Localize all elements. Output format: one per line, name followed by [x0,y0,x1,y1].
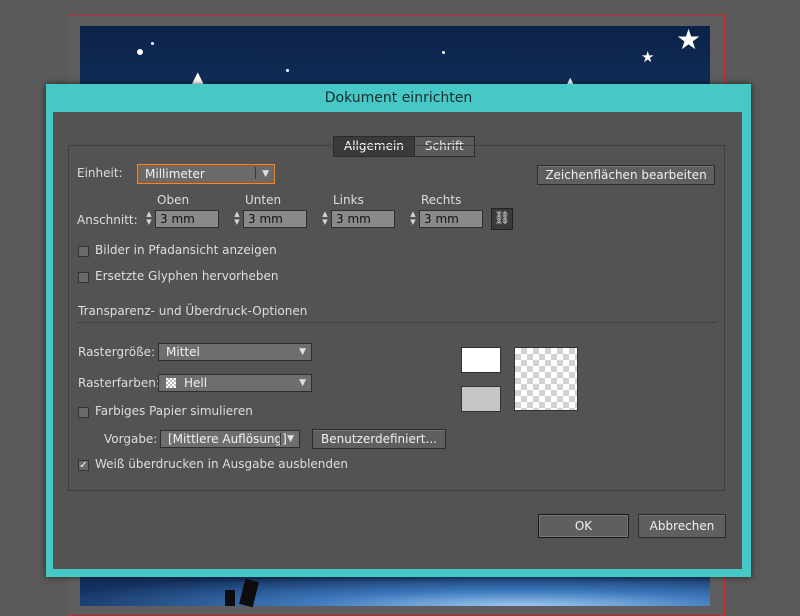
bleed-label: Anschnitt: [77,213,138,227]
bleed-bottom-label: Unten [245,193,282,207]
dropdown-separator [255,167,256,179]
ok-button[interactable]: OK [538,514,629,538]
artboard-moon-glow [80,576,710,608]
bleed-right-label: Rechts [421,193,462,207]
star-dot [151,42,154,45]
grid-colors-value: Hell [184,376,208,390]
star-small-icon: ▲ [192,68,204,86]
grid-colors-dropdown[interactable]: Hell ▼ [158,374,312,392]
preset-label: Vorgabe: [104,432,158,446]
cancel-button[interactable]: Abbrechen [638,514,726,538]
grid-colors-label: Rasterfarben: [78,376,160,390]
unit-value: Millimeter [145,167,205,181]
silhouette-shape [239,578,259,608]
dialog-body: Allgemein Schrift Einheit: Millimeter ▼ … [53,112,742,569]
star-dot [442,51,445,54]
custom-button[interactable]: Benutzerdefiniert... [312,429,446,449]
bleed-top-input[interactable]: 3 mm [155,210,219,228]
unit-label: Einheit: [77,166,123,180]
document-setup-dialog: Dokument einrichten Allgemein Schrift Ei… [46,84,751,577]
bleed-left-input[interactable]: 3 mm [331,210,395,228]
highlight-glyphs-checkbox[interactable] [78,272,89,283]
spinner-arrows-icon[interactable]: ▲ ▼ [232,210,242,228]
section-divider [77,322,717,323]
chevron-down-icon: ▼ [287,434,294,444]
grid-color-swatch[interactable] [461,386,501,412]
settings-panel: Einheit: Millimeter ▼ Zeichenflächen bea… [68,145,725,491]
star-dot [137,49,143,55]
discard-white-overprint-label: Weiß überdrucken in Ausgabe ausblenden [95,457,349,471]
show-images-outline-checkbox[interactable] [78,246,89,257]
paper-color-swatch[interactable] [461,347,501,373]
highlight-glyphs-label: Ersetzte Glyphen hervorheben [95,269,279,283]
discard-white-overprint-checkbox[interactable]: ✓ [78,460,89,471]
preset-dropdown[interactable]: [Mittlere Auflösung] ▼ [160,430,300,448]
star-large-icon: ★ [676,23,702,56]
edit-artboards-button[interactable]: Zeichenflächen bearbeiten [537,165,715,185]
chevron-down-icon: ▼ [262,169,269,179]
bleed-top-label: Oben [157,193,190,207]
grid-size-label: Rastergröße: [78,345,156,359]
chevron-down-icon: ▼ [299,378,306,388]
spinner-arrows-icon[interactable]: ▲ ▼ [144,210,154,228]
transparency-grid-preview [514,347,578,411]
dropdown-separator [280,433,281,445]
bleed-bottom-input[interactable]: 3 mm [243,210,307,228]
transparency-heading: Transparenz- und Überdruck-Optionen [78,304,308,318]
chain-link-icon[interactable]: ⛓ [491,208,513,230]
simulate-paper-checkbox[interactable] [78,407,89,418]
checkerboard-icon [166,378,176,388]
chevron-down-icon: ▼ [299,347,306,357]
bleed-right-input[interactable]: 3 mm [419,210,483,228]
spinner-arrows-icon[interactable]: ▲ ▼ [320,210,330,228]
silhouette-shape [225,590,235,606]
spinner-arrows-icon[interactable]: ▲ ▼ [408,210,418,228]
dialog-title: Dokument einrichten [324,90,473,106]
star-dot [286,69,289,72]
show-images-outline-label: Bilder in Pfadansicht anzeigen [95,243,277,257]
grid-size-dropdown[interactable]: Mittel ▼ [158,343,312,361]
simulate-paper-label: Farbiges Papier simulieren [95,404,253,418]
grid-size-value: Mittel [166,345,200,359]
star-small-icon: ★ [641,48,655,66]
bleed-left-label: Links [333,193,364,207]
unit-dropdown[interactable]: Millimeter ▼ [137,164,275,184]
preset-value: [Mittlere Auflösung] [168,432,287,446]
